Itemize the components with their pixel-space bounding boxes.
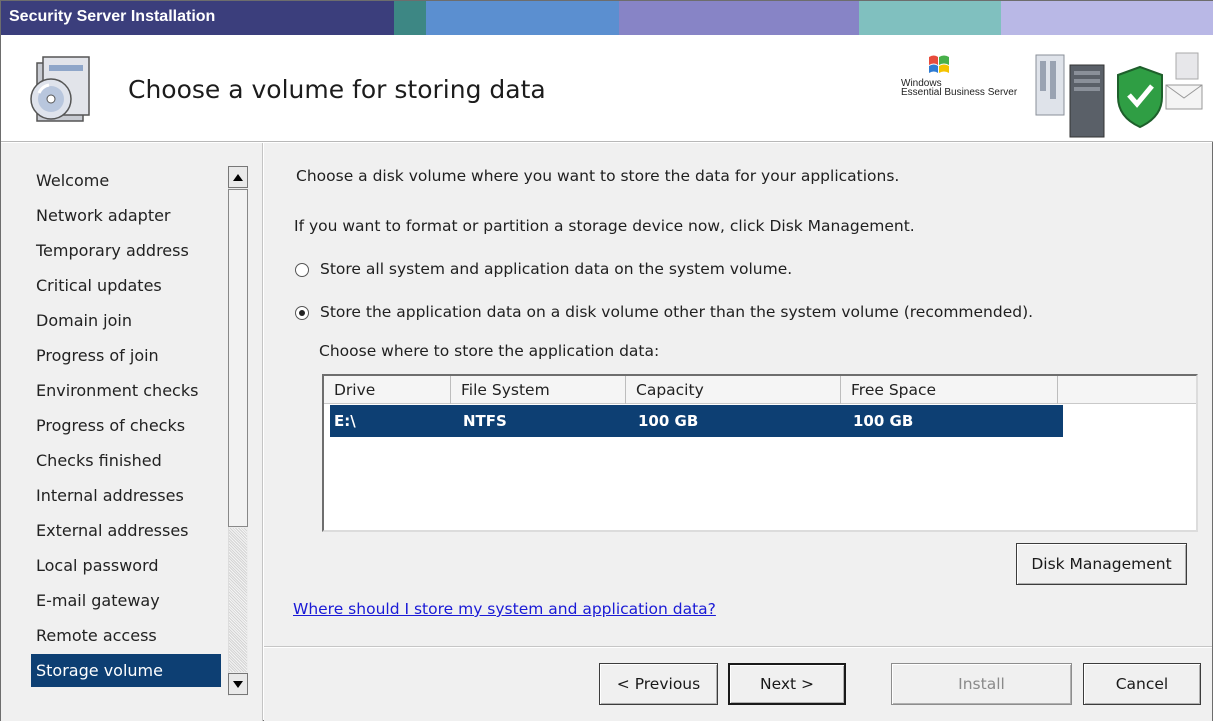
step-local-password[interactable]: Local password [31,549,221,582]
choose-location-label: Choose where to store the application da… [319,342,660,360]
step-network-adapter[interactable]: Network adapter [31,199,221,232]
step-storage-volume[interactable]: Storage volume [31,654,221,687]
step-email-gateway[interactable]: E-mail gateway [31,584,221,617]
step-environment-checks[interactable]: Environment checks [31,374,221,407]
cell-free-space: 100 GB [853,412,914,430]
title-bar: Security Server Installation [1,1,1213,35]
cell-file-system: NTFS [463,412,507,430]
wizard-steps-sidebar: Welcome Network adapter Temporary addres… [1,143,263,721]
column-file-system[interactable]: File System [451,376,626,404]
cancel-button[interactable]: Cancel [1083,663,1201,705]
installer-package-icon [30,56,90,122]
brand-product: Essential Business Server [901,87,1018,98]
intro-text: Choose a disk volume where you want to s… [296,167,900,185]
step-progress-of-join[interactable]: Progress of join [31,339,221,372]
sidebar-scrollbar-trough[interactable] [229,528,247,672]
volume-list-header: Drive File System Capacity Free Space [324,376,1196,404]
window-title: Security Server Installation [9,8,216,25]
server-tools-icon [1035,52,1203,138]
step-critical-updates[interactable]: Critical updates [31,269,221,302]
scroll-up-button[interactable] [228,166,248,188]
option-other-volume-label[interactable]: Store the application data on a disk vol… [320,303,1033,321]
windows-logo-icon [929,55,949,73]
step-progress-of-checks[interactable]: Progress of checks [31,409,221,442]
next-button[interactable]: Next > [728,663,846,705]
column-filler [1058,376,1196,404]
cell-capacity: 100 GB [638,412,699,430]
disk-management-button[interactable]: Disk Management [1016,543,1187,585]
arrow-up-icon [233,173,243,181]
brand-block: Windows Essential Business Server [899,53,1029,113]
step-external-addresses[interactable]: External addresses [31,514,221,547]
column-drive[interactable]: Drive [324,376,451,404]
step-temporary-address[interactable]: Temporary address [31,234,221,267]
table-row[interactable]: E:\ NTFS 100 GB 100 GB [330,405,1063,437]
volume-list[interactable]: Drive File System Capacity Free Space E:… [322,374,1198,532]
column-capacity[interactable]: Capacity [626,376,841,404]
option-system-volume-label[interactable]: Store all system and application data on… [320,260,792,278]
help-link[interactable]: Where should I store my system and appli… [293,600,716,618]
radio-system-volume[interactable] [295,263,309,277]
radio-other-volume[interactable] [295,306,309,320]
step-remote-access[interactable]: Remote access [31,619,221,652]
step-internal-addresses[interactable]: Internal addresses [31,479,221,512]
installer-window: Security Server Installation Choose a vo… [0,0,1213,721]
scroll-down-button[interactable] [228,673,248,695]
arrow-down-icon [233,680,243,688]
page-title: Choose a volume for storing data [128,75,546,104]
step-domain-join[interactable]: Domain join [31,304,221,337]
install-button[interactable]: Install [891,663,1072,705]
cell-drive: E:\ [334,412,356,430]
column-free-space[interactable]: Free Space [841,376,1058,404]
step-checks-finished[interactable]: Checks finished [31,444,221,477]
previous-button[interactable]: < Previous [599,663,718,705]
format-hint-text: If you want to format or partition a sto… [294,217,915,235]
wizard-header: Choose a volume for storing data Windows… [1,35,1213,142]
step-welcome[interactable]: Welcome [31,164,221,197]
sidebar-scrollbar-thumb[interactable] [228,189,248,527]
